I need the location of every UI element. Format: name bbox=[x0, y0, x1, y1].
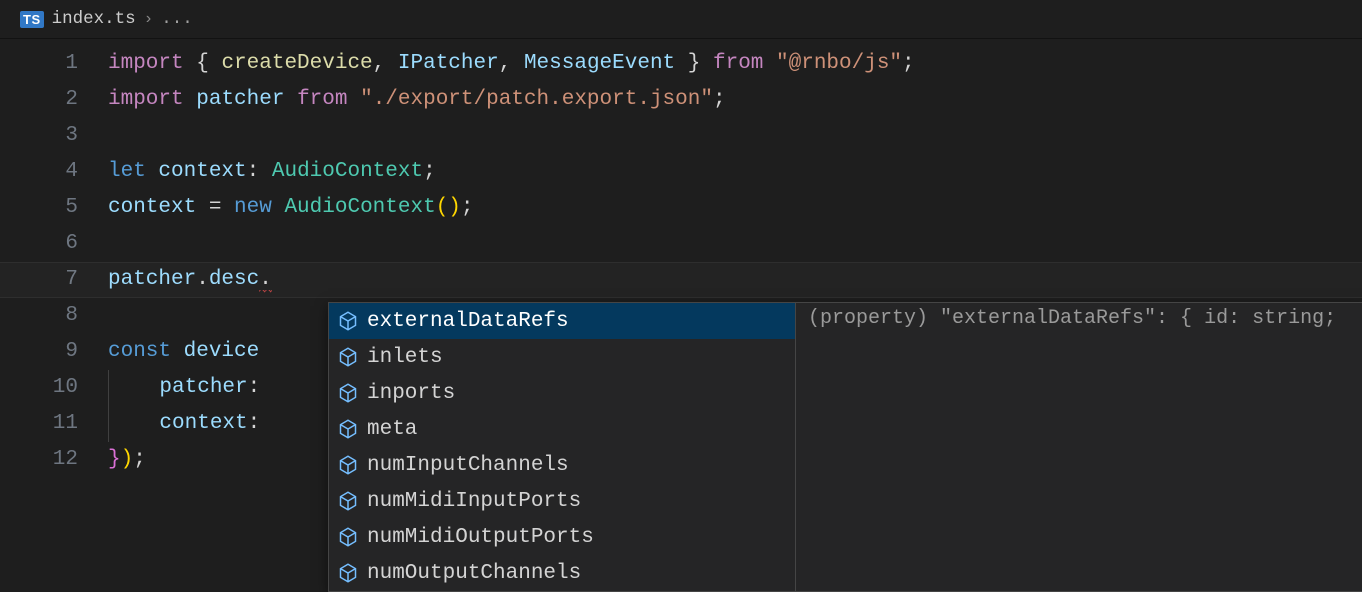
code-line[interactable]: let context: AudioContext; bbox=[108, 154, 1362, 190]
code-line[interactable] bbox=[108, 118, 1362, 154]
field-icon bbox=[337, 454, 359, 476]
field-icon bbox=[337, 562, 359, 584]
autocomplete-detail: (property) "externalDataRefs": { id: str… bbox=[795, 303, 1362, 591]
autocomplete-item[interactable]: meta bbox=[329, 411, 795, 447]
breadcrumb[interactable]: TS index.ts › ... bbox=[0, 0, 1362, 38]
autocomplete-list[interactable]: externalDataRefs inlets inports meta num… bbox=[329, 303, 795, 591]
autocomplete-item-label: meta bbox=[367, 418, 417, 441]
autocomplete-item[interactable]: numMidiInputPorts bbox=[329, 483, 795, 519]
line-number: 2 bbox=[0, 82, 78, 118]
field-icon bbox=[337, 346, 359, 368]
line-number: 9 bbox=[0, 334, 78, 370]
autocomplete-popup[interactable]: externalDataRefs inlets inports meta num… bbox=[328, 302, 1362, 592]
breadcrumb-filename[interactable]: index.ts bbox=[52, 9, 136, 29]
code-line[interactable]: context = new AudioContext(); bbox=[108, 190, 1362, 226]
line-number: 10 bbox=[0, 370, 78, 406]
line-number-gutter: 1 2 3 4 5 6 7 8 9 10 11 12 bbox=[0, 46, 108, 478]
line-number: 3 bbox=[0, 118, 78, 154]
field-icon bbox=[337, 310, 359, 332]
autocomplete-item[interactable]: numMidiOutputPorts bbox=[329, 519, 795, 555]
autocomplete-item[interactable]: externalDataRefs bbox=[329, 303, 795, 339]
code-line[interactable]: import { createDevice, IPatcher, Message… bbox=[108, 46, 1362, 82]
autocomplete-item[interactable]: inports bbox=[329, 375, 795, 411]
line-number: 6 bbox=[0, 226, 78, 262]
code-line[interactable]: import patcher from "./export/patch.expo… bbox=[108, 82, 1362, 118]
code-line[interactable]: patcher.desc. bbox=[108, 262, 1362, 298]
breadcrumb-symbol[interactable]: ... bbox=[161, 9, 193, 29]
code-line[interactable] bbox=[108, 226, 1362, 262]
autocomplete-item[interactable]: numOutputChannels bbox=[329, 555, 795, 591]
autocomplete-item-label: inlets bbox=[367, 346, 443, 369]
field-icon bbox=[337, 418, 359, 440]
autocomplete-item-label: externalDataRefs bbox=[367, 310, 569, 333]
autocomplete-item-label: numOutputChannels bbox=[367, 562, 581, 585]
field-icon bbox=[337, 526, 359, 548]
autocomplete-item-label: numInputChannels bbox=[367, 454, 569, 477]
line-number: 12 bbox=[0, 442, 78, 478]
autocomplete-item-label: inports bbox=[367, 382, 455, 405]
typescript-file-icon: TS bbox=[20, 11, 44, 28]
line-number: 11 bbox=[0, 406, 78, 442]
autocomplete-item-label: numMidiInputPorts bbox=[367, 490, 581, 513]
field-icon bbox=[337, 382, 359, 404]
autocomplete-item[interactable]: inlets bbox=[329, 339, 795, 375]
line-number: 1 bbox=[0, 46, 78, 82]
field-icon bbox=[337, 490, 359, 512]
chevron-right-icon: › bbox=[144, 10, 154, 28]
error-squiggle: . bbox=[259, 268, 272, 295]
line-number: 8 bbox=[0, 298, 78, 334]
line-number: 5 bbox=[0, 190, 78, 226]
line-number: 4 bbox=[0, 154, 78, 190]
autocomplete-item[interactable]: numInputChannels bbox=[329, 447, 795, 483]
autocomplete-item-label: numMidiOutputPorts bbox=[367, 526, 594, 549]
line-number: 7 bbox=[0, 262, 78, 298]
